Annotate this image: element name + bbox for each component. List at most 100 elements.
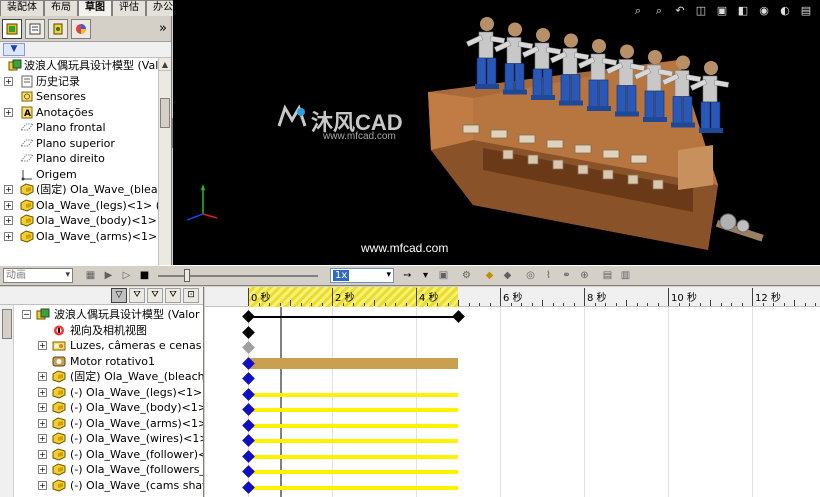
timeline-start-key[interactable] (242, 434, 255, 447)
tab-assembly[interactable]: 装配体 (0, 0, 44, 16)
motion-tree-item[interactable]: + (固定) Ola_Wave_(bleacher (14, 369, 203, 385)
results-icon[interactable]: ▤ (600, 268, 615, 283)
expand-icon[interactable]: + (38, 387, 47, 397)
more-tabs-chevron-icon[interactable]: » (159, 21, 167, 36)
filter-selected-icon[interactable]: ⛛ (147, 288, 163, 303)
expand-icon[interactable]: + (4, 216, 13, 225)
motor-icon[interactable]: ◎ (523, 268, 538, 283)
timeline-end-key[interactable] (452, 310, 465, 323)
playback-slider-knob[interactable] (184, 269, 190, 282)
expand-icon[interactable]: + (4, 76, 13, 86)
graphics-viewport[interactable]: ⌕ ⌕ ↶ ◫ ▣ ◧ ◉ ◐ ▤ 沐风CAD www.mfcad.com ww… (173, 0, 820, 265)
feature-tree-item[interactable]: + 历史记录 (0, 74, 171, 90)
stop-icon[interactable]: ■ (137, 268, 152, 283)
animation-wizard-icon[interactable]: ⚙ (459, 268, 474, 283)
timeline-row[interactable] (205, 464, 820, 480)
play-from-start-icon[interactable]: ▶ (101, 268, 116, 283)
feature-tree-item[interactable]: + Ola_Wave_(legs)<1> (Va (0, 198, 171, 214)
part-timeline-bar[interactable] (248, 439, 458, 443)
timeline-row[interactable] (205, 433, 820, 449)
expand-icon[interactable]: + (38, 403, 47, 412)
timeline-start-key[interactable] (242, 449, 255, 463)
motion-tree-item[interactable]: + (-) Ola_Wave_(follower)<2 (14, 447, 203, 463)
filter-icon[interactable]: ▼ (3, 43, 25, 56)
feature-tree-item[interactable]: 波浪人偶玩具设计模型 (Valo (0, 58, 171, 74)
expand-icon[interactable]: + (4, 231, 13, 241)
tab-sketch[interactable]: 草图 (78, 0, 112, 16)
autofit-icon[interactable]: ⊡ (183, 288, 199, 303)
filter-results-icon[interactable]: ⛛ (165, 288, 181, 303)
expand-icon[interactable]: + (38, 480, 47, 490)
tab-evaluate[interactable]: 评估 (112, 0, 146, 16)
feature-tree-item[interactable]: Plano direito (0, 151, 171, 167)
feature-tree-item[interactable]: + Ola_Wave_(body)<1> (V (0, 213, 171, 229)
expand-icon[interactable]: − (22, 310, 31, 319)
timeline-start-key[interactable] (242, 325, 255, 339)
expand-icon[interactable]: + (4, 107, 13, 117)
calculate-icon[interactable]: ▦ (83, 268, 98, 283)
expand-icon[interactable]: + (38, 465, 47, 474)
feature-tree-item[interactable]: + (固定) Ola_Wave_(bleacher (0, 182, 171, 198)
feature-tree-item[interactable]: Plano frontal (0, 120, 171, 136)
motion-tree-item[interactable]: + (-) Ola_Wave_(wires)<1> ( (14, 431, 203, 447)
collapse-tab[interactable] (2, 309, 12, 339)
part-timeline-bar[interactable] (248, 408, 458, 412)
motion-tree-item[interactable]: + Luzes, câmeras e cenas (14, 338, 203, 354)
dropdown-arrow-icon[interactable]: ▾ (418, 268, 433, 283)
timeline-start-key[interactable] (242, 387, 255, 401)
timeline-start-key[interactable] (242, 372, 255, 385)
motor-timeline-bar[interactable] (248, 357, 458, 369)
motion-tree-item[interactable]: − 波浪人偶玩具设计模型 (Valor p (14, 307, 203, 323)
feature-tree-tab-icon[interactable] (2, 18, 22, 39)
expand-icon[interactable]: + (38, 434, 47, 443)
display-manager-tab-icon[interactable] (71, 18, 91, 39)
expand-icon[interactable]: + (38, 341, 47, 350)
scrollbar-thumb[interactable] (160, 98, 170, 128)
motion-tree-item[interactable]: Motor rotativo1 (14, 354, 203, 370)
feature-tree-item[interactable]: + A Anotações (0, 105, 171, 121)
filter-driving-icon[interactable]: ⛛ (129, 288, 145, 303)
expand-icon[interactable]: + (38, 449, 47, 459)
expand-icon[interactable]: + (4, 185, 13, 194)
timeline-start-key[interactable] (242, 480, 255, 494)
timeline-row[interactable] (205, 387, 820, 403)
filter-animated-icon[interactable]: ▽ (111, 288, 127, 303)
timeline-start-key[interactable] (242, 310, 255, 323)
timeline-start-key[interactable] (242, 403, 255, 416)
property-manager-tab-icon[interactable] (25, 18, 45, 39)
part-timeline-bar[interactable] (248, 392, 458, 397)
playback-slider[interactable] (158, 268, 318, 283)
autokey-icon[interactable]: ◆ (482, 268, 497, 283)
add-key-icon[interactable]: ◆ (500, 268, 515, 283)
motion-tree-item[interactable]: + (-) Ola_Wave_(body)<1> ( (14, 400, 203, 416)
timeline-start-key[interactable] (242, 418, 255, 432)
study-type-select[interactable]: 动画 (3, 268, 73, 283)
part-timeline-bar[interactable] (248, 485, 458, 490)
timeline-row[interactable] (205, 418, 820, 434)
timeline-row[interactable] (205, 480, 820, 496)
motion-tree-item[interactable]: + (-) Ola_Wave_(cams shaft) (14, 478, 203, 494)
gravity-icon[interactable]: ⊕ (577, 268, 592, 283)
feature-tree-item[interactable]: Plano superior (0, 136, 171, 152)
expand-icon[interactable]: + (38, 418, 47, 428)
motion-tree-item[interactable]: 视向及相机视图 (14, 323, 203, 339)
spring-icon[interactable]: ⌇ (541, 268, 556, 283)
configuration-manager-tab-icon[interactable] (48, 18, 68, 39)
timeline-row[interactable] (205, 309, 820, 325)
play-icon[interactable]: ▷ (119, 268, 134, 283)
part-timeline-bar[interactable] (248, 470, 458, 474)
timeline-start-key[interactable] (242, 465, 255, 478)
timeline-row[interactable] (205, 402, 820, 418)
motion-tree-item[interactable]: + (-) Ola_Wave_(followers_sh (14, 462, 203, 478)
save-animation-icon[interactable]: ▣ (436, 268, 451, 283)
timeline-row[interactable] (205, 325, 820, 341)
motion-tree-item[interactable]: + (-) Ola_Wave_(legs)<1> (V (14, 385, 203, 401)
timeline-start-key[interactable] (242, 341, 255, 354)
tab-layout[interactable]: 布局 (44, 0, 78, 16)
feature-tree-item[interactable]: Sensores (0, 89, 171, 105)
playback-mode-icon[interactable]: ➙ (400, 268, 415, 283)
study-properties-icon[interactable]: ▥ (618, 268, 633, 283)
playback-speed-select[interactable]: 1x (330, 268, 394, 283)
feature-tree-scrollbar[interactable]: ▲ (158, 58, 171, 265)
expand-icon[interactable]: + (4, 200, 13, 210)
